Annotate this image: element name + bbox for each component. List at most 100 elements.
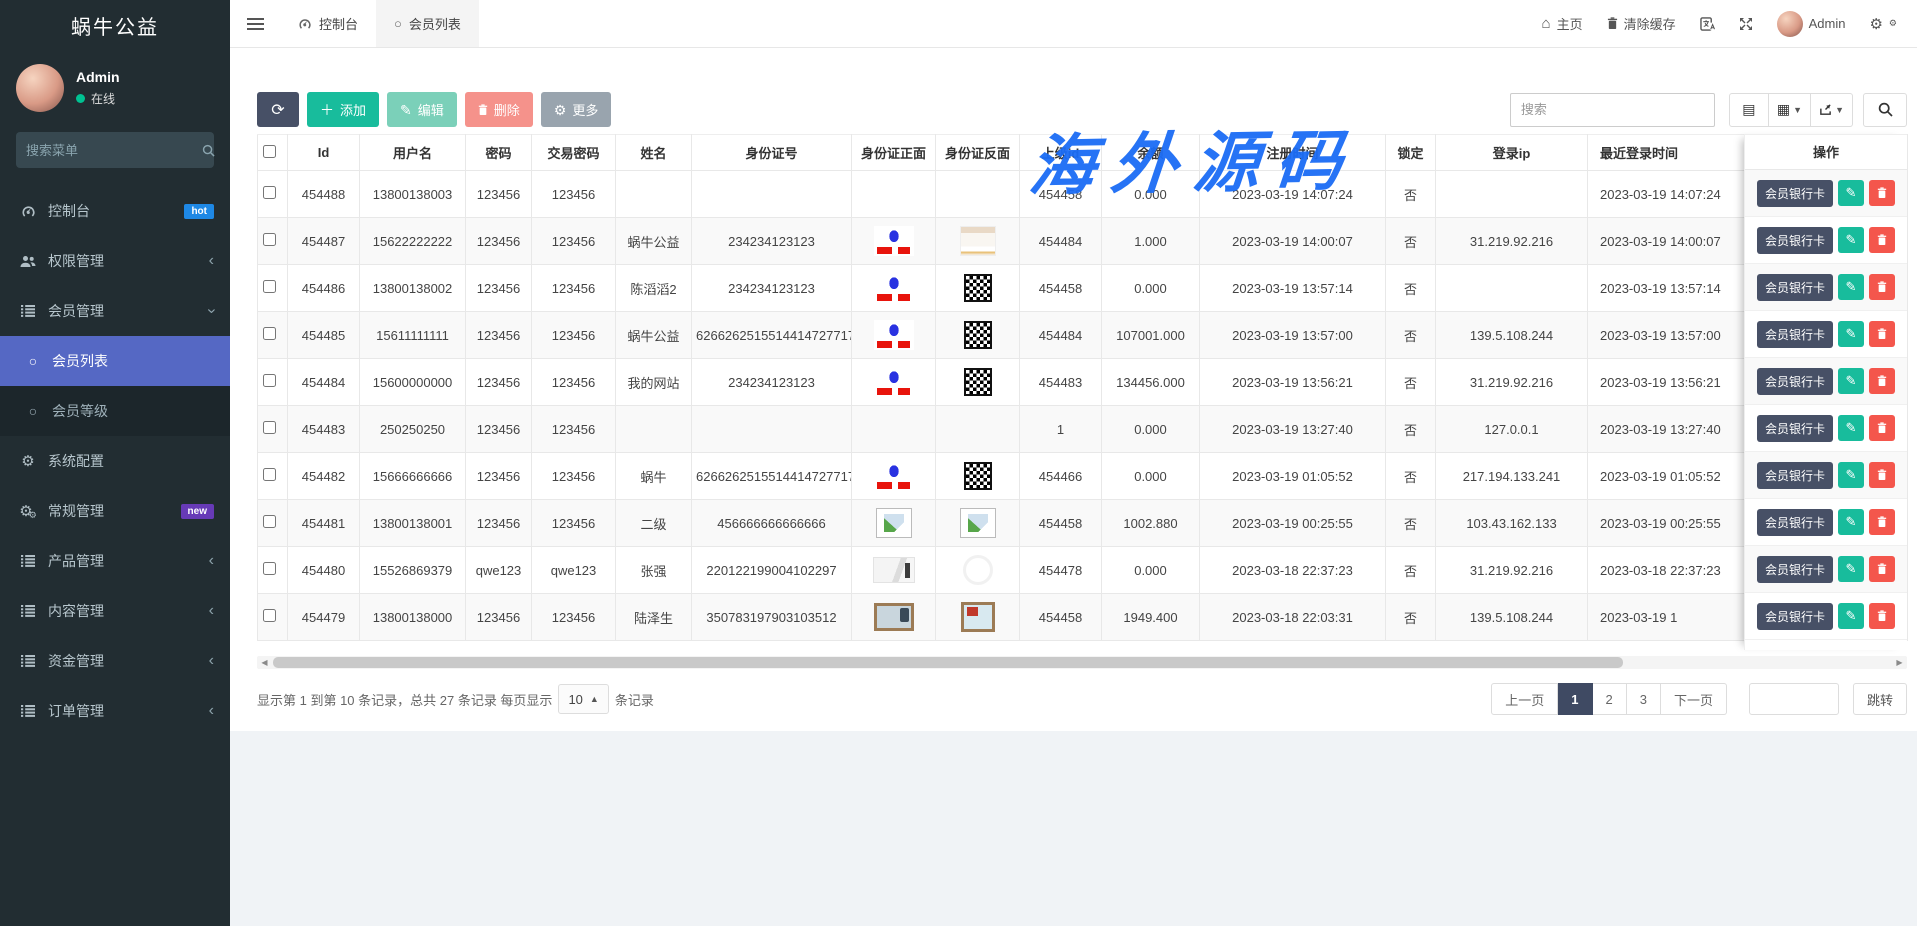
member-bankcard-button[interactable]: 会员银行卡 [1757,180,1833,207]
tab-dashboard[interactable]: 控制台 [280,0,376,47]
detail-view-button[interactable]: ▤ [1729,93,1769,127]
member-bankcard-button[interactable]: 会员银行卡 [1757,321,1833,348]
add-button[interactable]: ＋添加 [307,92,379,127]
row-edit-button[interactable]: ✎ [1838,227,1864,253]
row-edit-button[interactable]: ✎ [1838,603,1864,629]
jump-button[interactable]: 跳转 [1853,683,1907,715]
baidu-logo-thumbnail[interactable] [874,320,914,350]
row-delete-button[interactable] [1869,368,1895,394]
member-bankcard-button[interactable]: 会员银行卡 [1757,274,1833,301]
column-header[interactable]: 姓名 [616,135,692,171]
member-bankcard-button[interactable]: 会员银行卡 [1757,556,1833,583]
column-header[interactable]: 身份证反面 [936,135,1020,171]
member-bankcard-button[interactable]: 会员银行卡 [1757,603,1833,630]
member-bankcard-button[interactable]: 会员银行卡 [1757,462,1833,489]
settings-gears-icon[interactable]: ⚙⚙ [1869,15,1897,33]
row-checkbox[interactable] [263,280,276,293]
delete-button[interactable]: 删除 [465,92,533,127]
column-header[interactable]: 身份证正面 [852,135,936,171]
row-checkbox[interactable] [263,609,276,622]
scroll-right-icon[interactable]: ▶ [1892,656,1907,669]
row-checkbox[interactable] [263,186,276,199]
row-edit-button[interactable]: ✎ [1838,274,1864,300]
member-bankcard-button[interactable]: 会员银行卡 [1757,227,1833,254]
column-header[interactable]: 交易密码 [532,135,616,171]
baidu-logo-thumbnail[interactable] [874,367,914,397]
idcard-front-photo-thumbnail[interactable] [874,603,914,631]
column-header[interactable]: 用户名 [360,135,466,171]
sidebar-item-7[interactable]: 资金管理‹ [0,636,230,686]
qr-code-thumbnail[interactable] [964,368,992,396]
row-delete-button[interactable] [1869,556,1895,582]
row-edit-button[interactable]: ✎ [1838,180,1864,206]
sidebar-subitem-0[interactable]: ○会员列表 [0,336,230,386]
column-header[interactable]: 注册时间 [1200,135,1386,171]
sidebar-item-2[interactable]: 会员管理‹ [0,286,230,336]
row-edit-button[interactable]: ✎ [1838,509,1864,535]
broken-image-thumbnail[interactable] [960,508,996,538]
sidebar-item-5[interactable]: 产品管理‹ [0,536,230,586]
export-button[interactable]: ▼ [1811,93,1853,127]
baidu-logo-thumbnail[interactable] [874,461,914,491]
row-delete-button[interactable] [1869,227,1895,253]
row-checkbox[interactable] [263,233,276,246]
row-edit-button[interactable]: ✎ [1838,415,1864,441]
grey-card-thumbnail[interactable] [873,557,915,583]
row-checkbox[interactable] [263,562,276,575]
sidebar-item-3[interactable]: ⚙系统配置 [0,436,230,486]
sidebar-item-8[interactable]: 订单管理‹ [0,686,230,736]
row-delete-button[interactable] [1869,321,1895,347]
row-delete-button[interactable] [1869,603,1895,629]
member-bankcard-button[interactable]: 会员银行卡 [1757,415,1833,442]
page-size-select[interactable]: 10 ▲ [558,684,608,714]
tab-member-list[interactable]: ○ 会员列表 [376,0,479,47]
sidebar-toggle-icon[interactable] [230,0,280,47]
columns-button[interactable]: ▦▼ [1769,93,1811,127]
search-submit-button[interactable] [1863,93,1907,127]
row-delete-button[interactable] [1869,415,1895,441]
column-header[interactable]: Id [288,135,360,171]
column-header[interactable]: 登录ip [1436,135,1588,171]
page-button-3[interactable]: 3 [1627,683,1661,715]
column-header[interactable]: 锁定 [1386,135,1436,171]
page-button-2[interactable]: 2 [1593,683,1627,715]
scrollbar-thumb[interactable] [273,657,1623,668]
select-all-checkbox[interactable] [263,145,276,158]
row-delete-button[interactable] [1869,509,1895,535]
baidu-logo-thumbnail[interactable] [874,273,914,303]
sidebar-subitem-1[interactable]: ○会员等级 [0,386,230,436]
appliance-photo-thumbnail[interactable] [960,226,996,256]
row-delete-button[interactable] [1869,180,1895,206]
row-edit-button[interactable]: ✎ [1838,368,1864,394]
column-header[interactable]: 身份证号 [692,135,852,171]
baidu-logo-thumbnail[interactable] [874,226,914,256]
sidebar-item-4[interactable]: ⚙⚙常规管理new [0,486,230,536]
column-header[interactable]: 上级id [1020,135,1102,171]
translate-icon[interactable] [1700,17,1715,31]
qr-code-thumbnail[interactable] [964,274,992,302]
member-bankcard-button[interactable]: 会员银行卡 [1757,368,1833,395]
broken-image-thumbnail[interactable] [876,508,912,538]
row-delete-button[interactable] [1869,274,1895,300]
row-checkbox[interactable] [263,327,276,340]
prev-page-button[interactable]: 上一页 [1491,683,1558,715]
row-checkbox[interactable] [263,374,276,387]
sidebar-item-1[interactable]: 权限管理‹ [0,236,230,286]
table-search-input[interactable] [1510,93,1715,127]
row-checkbox[interactable] [263,515,276,528]
row-checkbox[interactable] [263,468,276,481]
user-menu[interactable]: Admin [1777,11,1846,37]
more-button[interactable]: ⚙更多 [541,92,612,127]
idcard-back-photo-thumbnail[interactable] [961,602,995,632]
horizontal-scrollbar[interactable]: ◀ ▶ [257,656,1907,669]
page-button-1[interactable]: 1 [1558,683,1592,715]
row-edit-button[interactable]: ✎ [1838,462,1864,488]
column-header[interactable]: 密码 [466,135,532,171]
edit-button[interactable]: ✎编辑 [387,92,457,127]
home-button[interactable]: ⌂ 主页 [1542,14,1583,33]
clear-cache-button[interactable]: 清除缓存 [1607,14,1676,33]
sidebar-search-input[interactable] [26,143,202,158]
sidebar-item-6[interactable]: 内容管理‹ [0,586,230,636]
next-page-button[interactable]: 下一页 [1661,683,1727,715]
row-checkbox[interactable] [263,421,276,434]
